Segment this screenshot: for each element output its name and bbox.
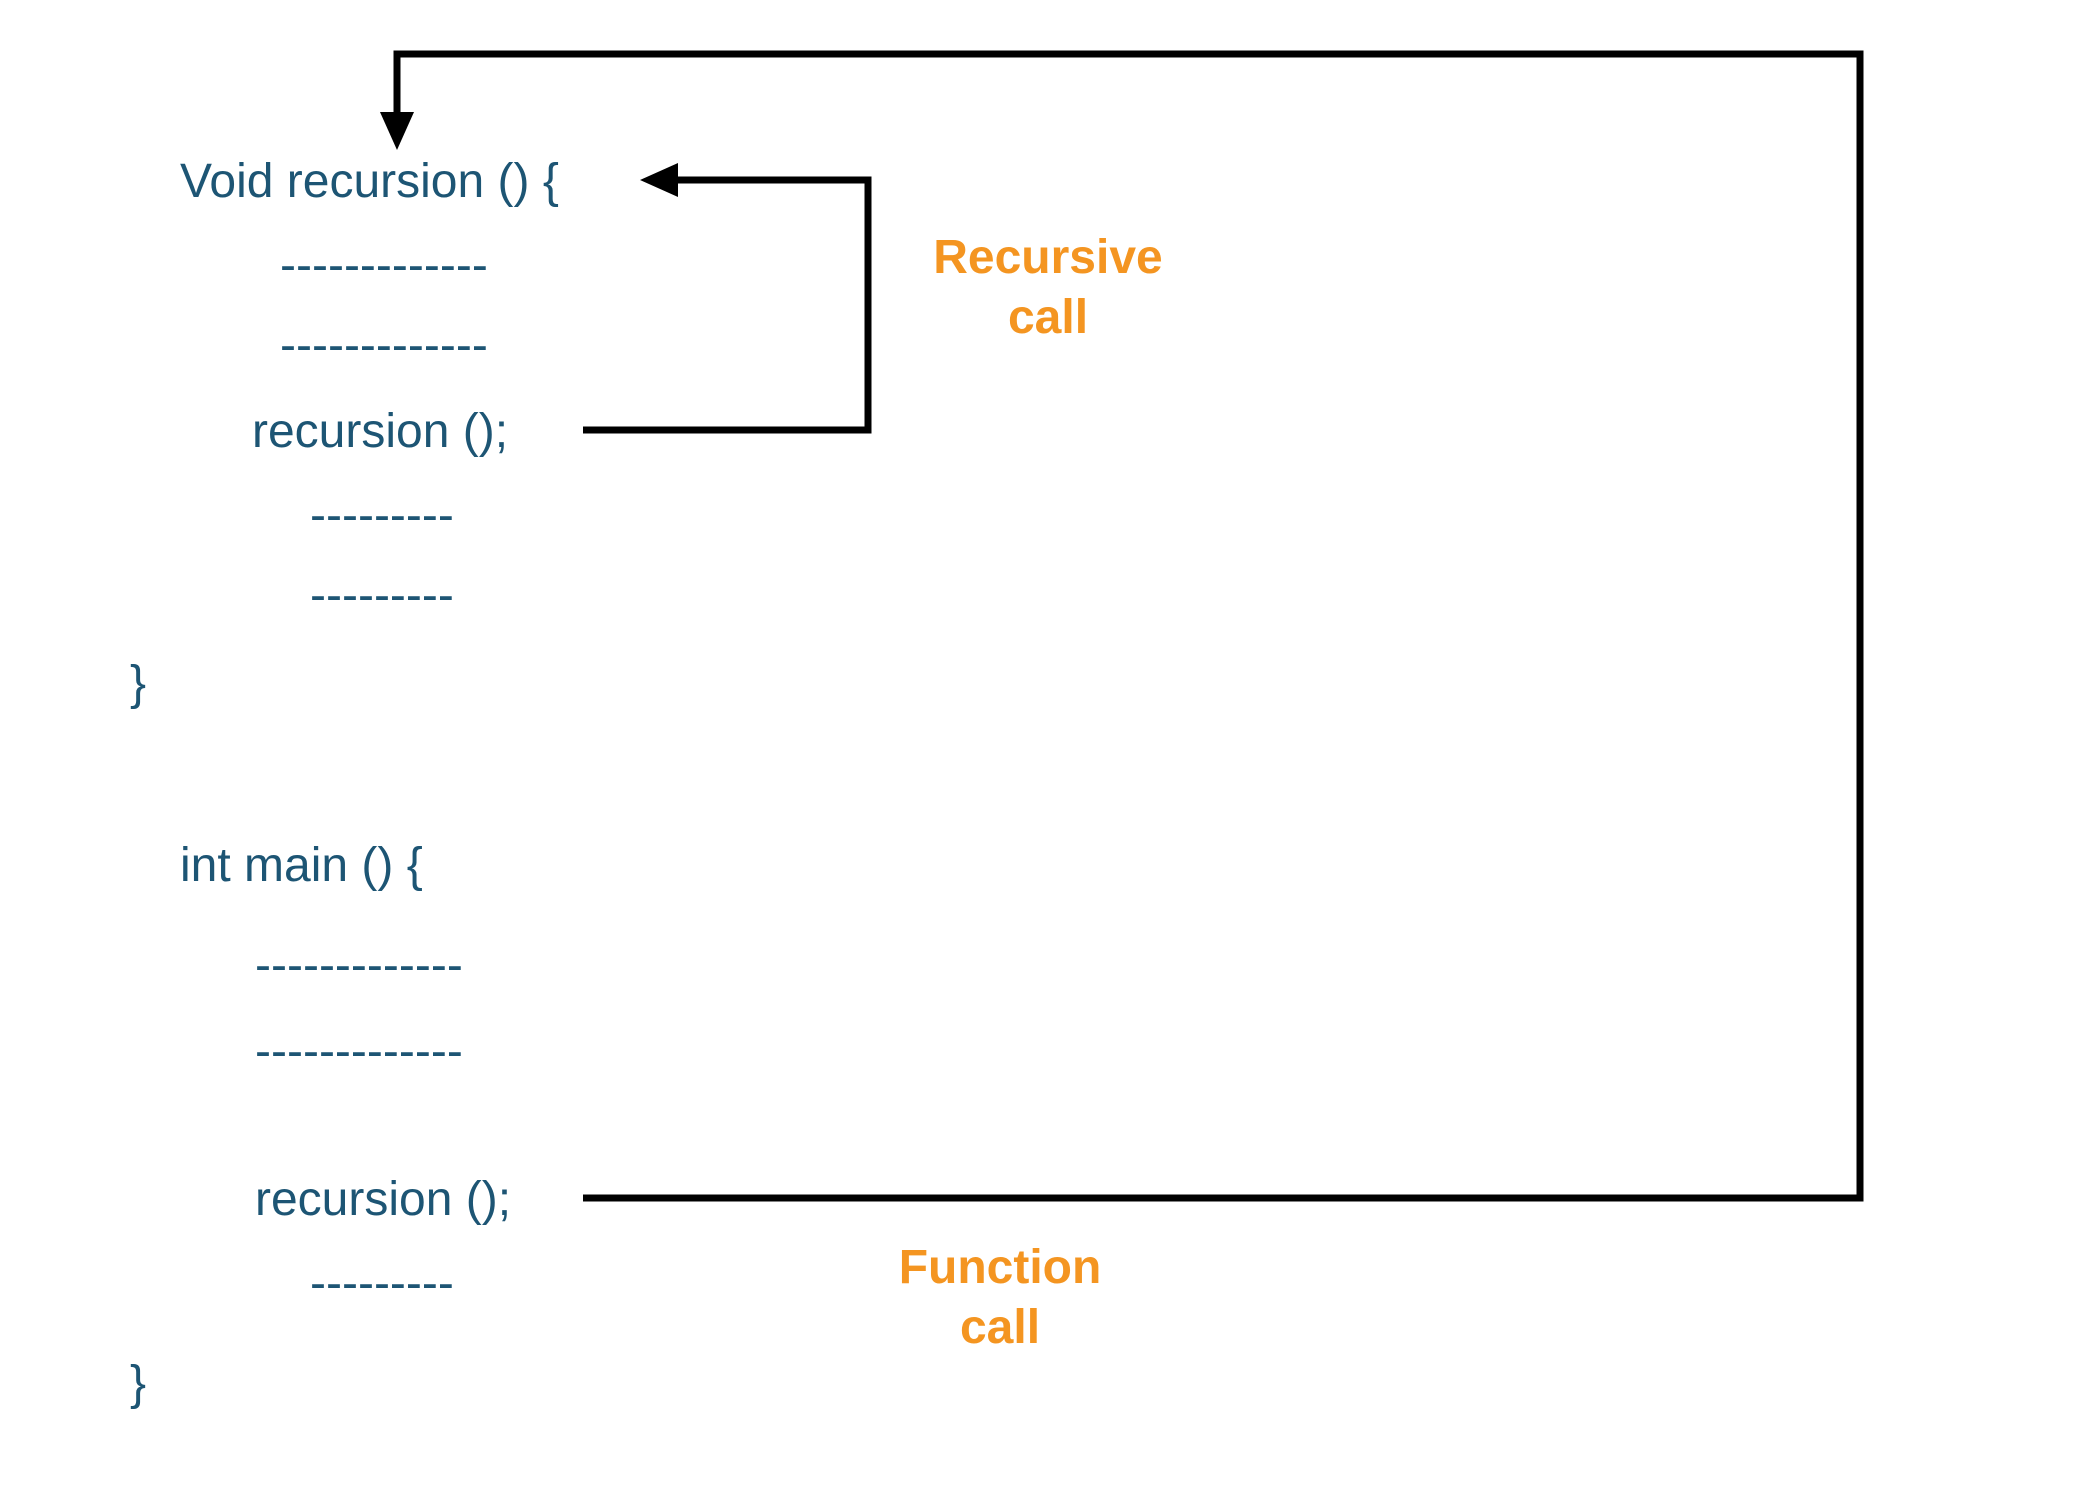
void-recursion-close: }	[130, 660, 146, 708]
recursive-call-label-line2: call	[1008, 291, 1088, 344]
int-main-decl: int main () {	[180, 842, 423, 890]
function-call-arrow	[397, 54, 1860, 1198]
int-main-call: recursion ();	[255, 1176, 511, 1224]
function-call-label-line1: Function	[899, 1241, 1102, 1294]
function-call-arrow-head	[380, 112, 414, 150]
int-main-dash-3: ---------	[310, 1260, 454, 1308]
recursive-call-arrow	[583, 180, 868, 430]
void-recursion-dash-1: -------------	[280, 242, 488, 290]
diagram-stage: Void recursion () { ------------- ------…	[0, 0, 2100, 1500]
int-main-close: }	[130, 1360, 146, 1408]
recursive-call-label-line1: Recursive	[933, 231, 1162, 284]
function-call-label-line2: call	[960, 1301, 1040, 1354]
void-recursion-dash-4: ---------	[310, 572, 454, 620]
function-call-label: Function call	[870, 1238, 1130, 1358]
void-recursion-dash-3: ---------	[310, 492, 454, 540]
recursive-call-label: Recursive call	[918, 228, 1178, 348]
recursive-call-arrow-head	[640, 163, 678, 197]
void-recursion-call: recursion ();	[252, 408, 508, 456]
int-main-dash-2: -------------	[255, 1028, 463, 1076]
void-recursion-dash-2: -------------	[280, 322, 488, 370]
int-main-dash-1: -------------	[255, 942, 463, 990]
void-recursion-decl: Void recursion () {	[180, 158, 559, 206]
